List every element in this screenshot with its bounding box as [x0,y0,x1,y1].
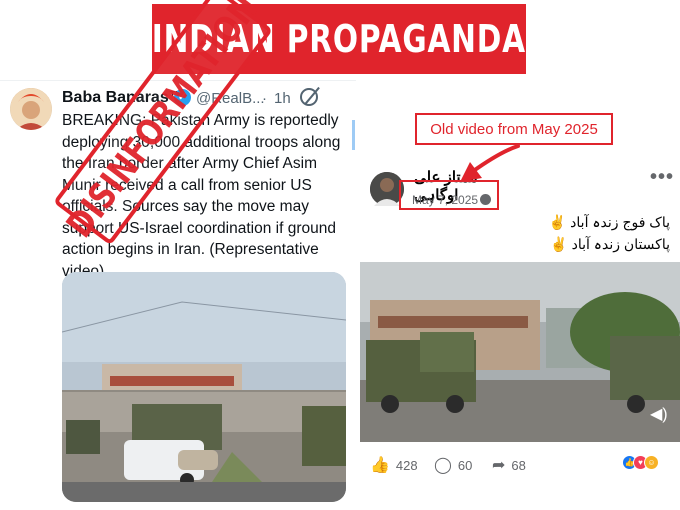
tweet-video[interactable] [62,272,346,502]
share-count: 68 [511,457,526,473]
avatar[interactable] [10,88,52,130]
post-video[interactable] [360,262,680,442]
volume-icon[interactable]: ◀) [650,404,670,423]
reactions-summary[interactable]: 👍 ♥ ☺ [622,455,659,470]
comment-icon: ◯ [434,457,452,474]
more-options-icon[interactable]: ••• [650,166,674,189]
callout-arrow-icon [460,144,520,182]
scroll-indicator [352,120,355,150]
care-reaction-icon: ☺ [644,455,659,470]
like-button[interactable]: 👍 428 [370,455,418,475]
comment-count: 60 [457,457,473,473]
thumbs-up-icon: 👍 [370,457,390,474]
post-caption-line: پاکستان زندہ آباد ✌️ [550,236,670,252]
like-count: 428 [395,457,418,473]
share-button[interactable]: ➦ 68 [492,455,526,475]
grok-icon[interactable] [300,88,318,106]
tweet-timestamp[interactable]: 1h [274,90,291,107]
separator-dot: · [262,90,267,107]
share-icon: ➦ [492,457,506,474]
comment-button[interactable]: ◯ 60 [434,455,472,475]
post-caption-line: پاک فوج زندہ آباد ✌️ [548,214,670,230]
